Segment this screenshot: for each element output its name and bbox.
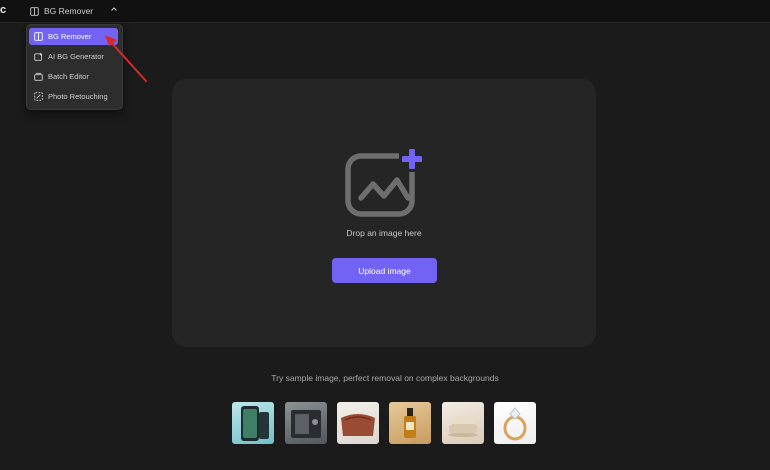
sample-thumbnail-phone[interactable]: [232, 402, 274, 444]
chevron-up-icon: [111, 7, 117, 11]
ai-generator-icon: [34, 52, 43, 61]
sample-caption: Try sample image, perfect removal on com…: [271, 373, 499, 383]
sample-thumbnail-machine[interactable]: [285, 402, 327, 444]
ring-image: [503, 407, 527, 441]
tool-selector-label: BG Remover: [44, 6, 94, 16]
tool-selector-dropdown[interactable]: BG Remover: [30, 2, 120, 20]
annotation-arrow-icon: [105, 35, 147, 82]
sample-thumbnail-bag[interactable]: [337, 402, 379, 444]
sample-thumbnail-ring[interactable]: [494, 402, 536, 444]
bag-image: [341, 414, 375, 436]
upload-image-button[interactable]: Upload image: [332, 258, 437, 283]
menu-item-photo-retouching[interactable]: Photo Retouching: [29, 88, 118, 105]
serum-bottle-image: [404, 408, 416, 438]
machine-image: [291, 410, 321, 438]
phone-image: [241, 406, 269, 441]
bg-remover-icon: [30, 6, 39, 16]
menu-item-label: Photo Retouching: [48, 92, 108, 101]
add-image-icon: [345, 146, 425, 217]
top-bar: c BG Remover: [0, 0, 770, 23]
logo[interactable]: c: [0, 4, 6, 16]
batch-icon: [34, 72, 43, 81]
sample-thumbnail-armchair[interactable]: [442, 402, 484, 444]
retouch-icon: [34, 92, 43, 101]
bg-remover-icon: [34, 32, 43, 41]
armchair-image: [448, 416, 478, 437]
drop-instruction: Drop an image here: [346, 228, 422, 238]
menu-item-label: BG Remover: [48, 32, 92, 41]
sample-thumbnail-serum-bottle[interactable]: [389, 402, 431, 444]
menu-item-label: Batch Editor: [48, 72, 89, 81]
menu-item-label: AI BG Generator: [48, 52, 104, 61]
